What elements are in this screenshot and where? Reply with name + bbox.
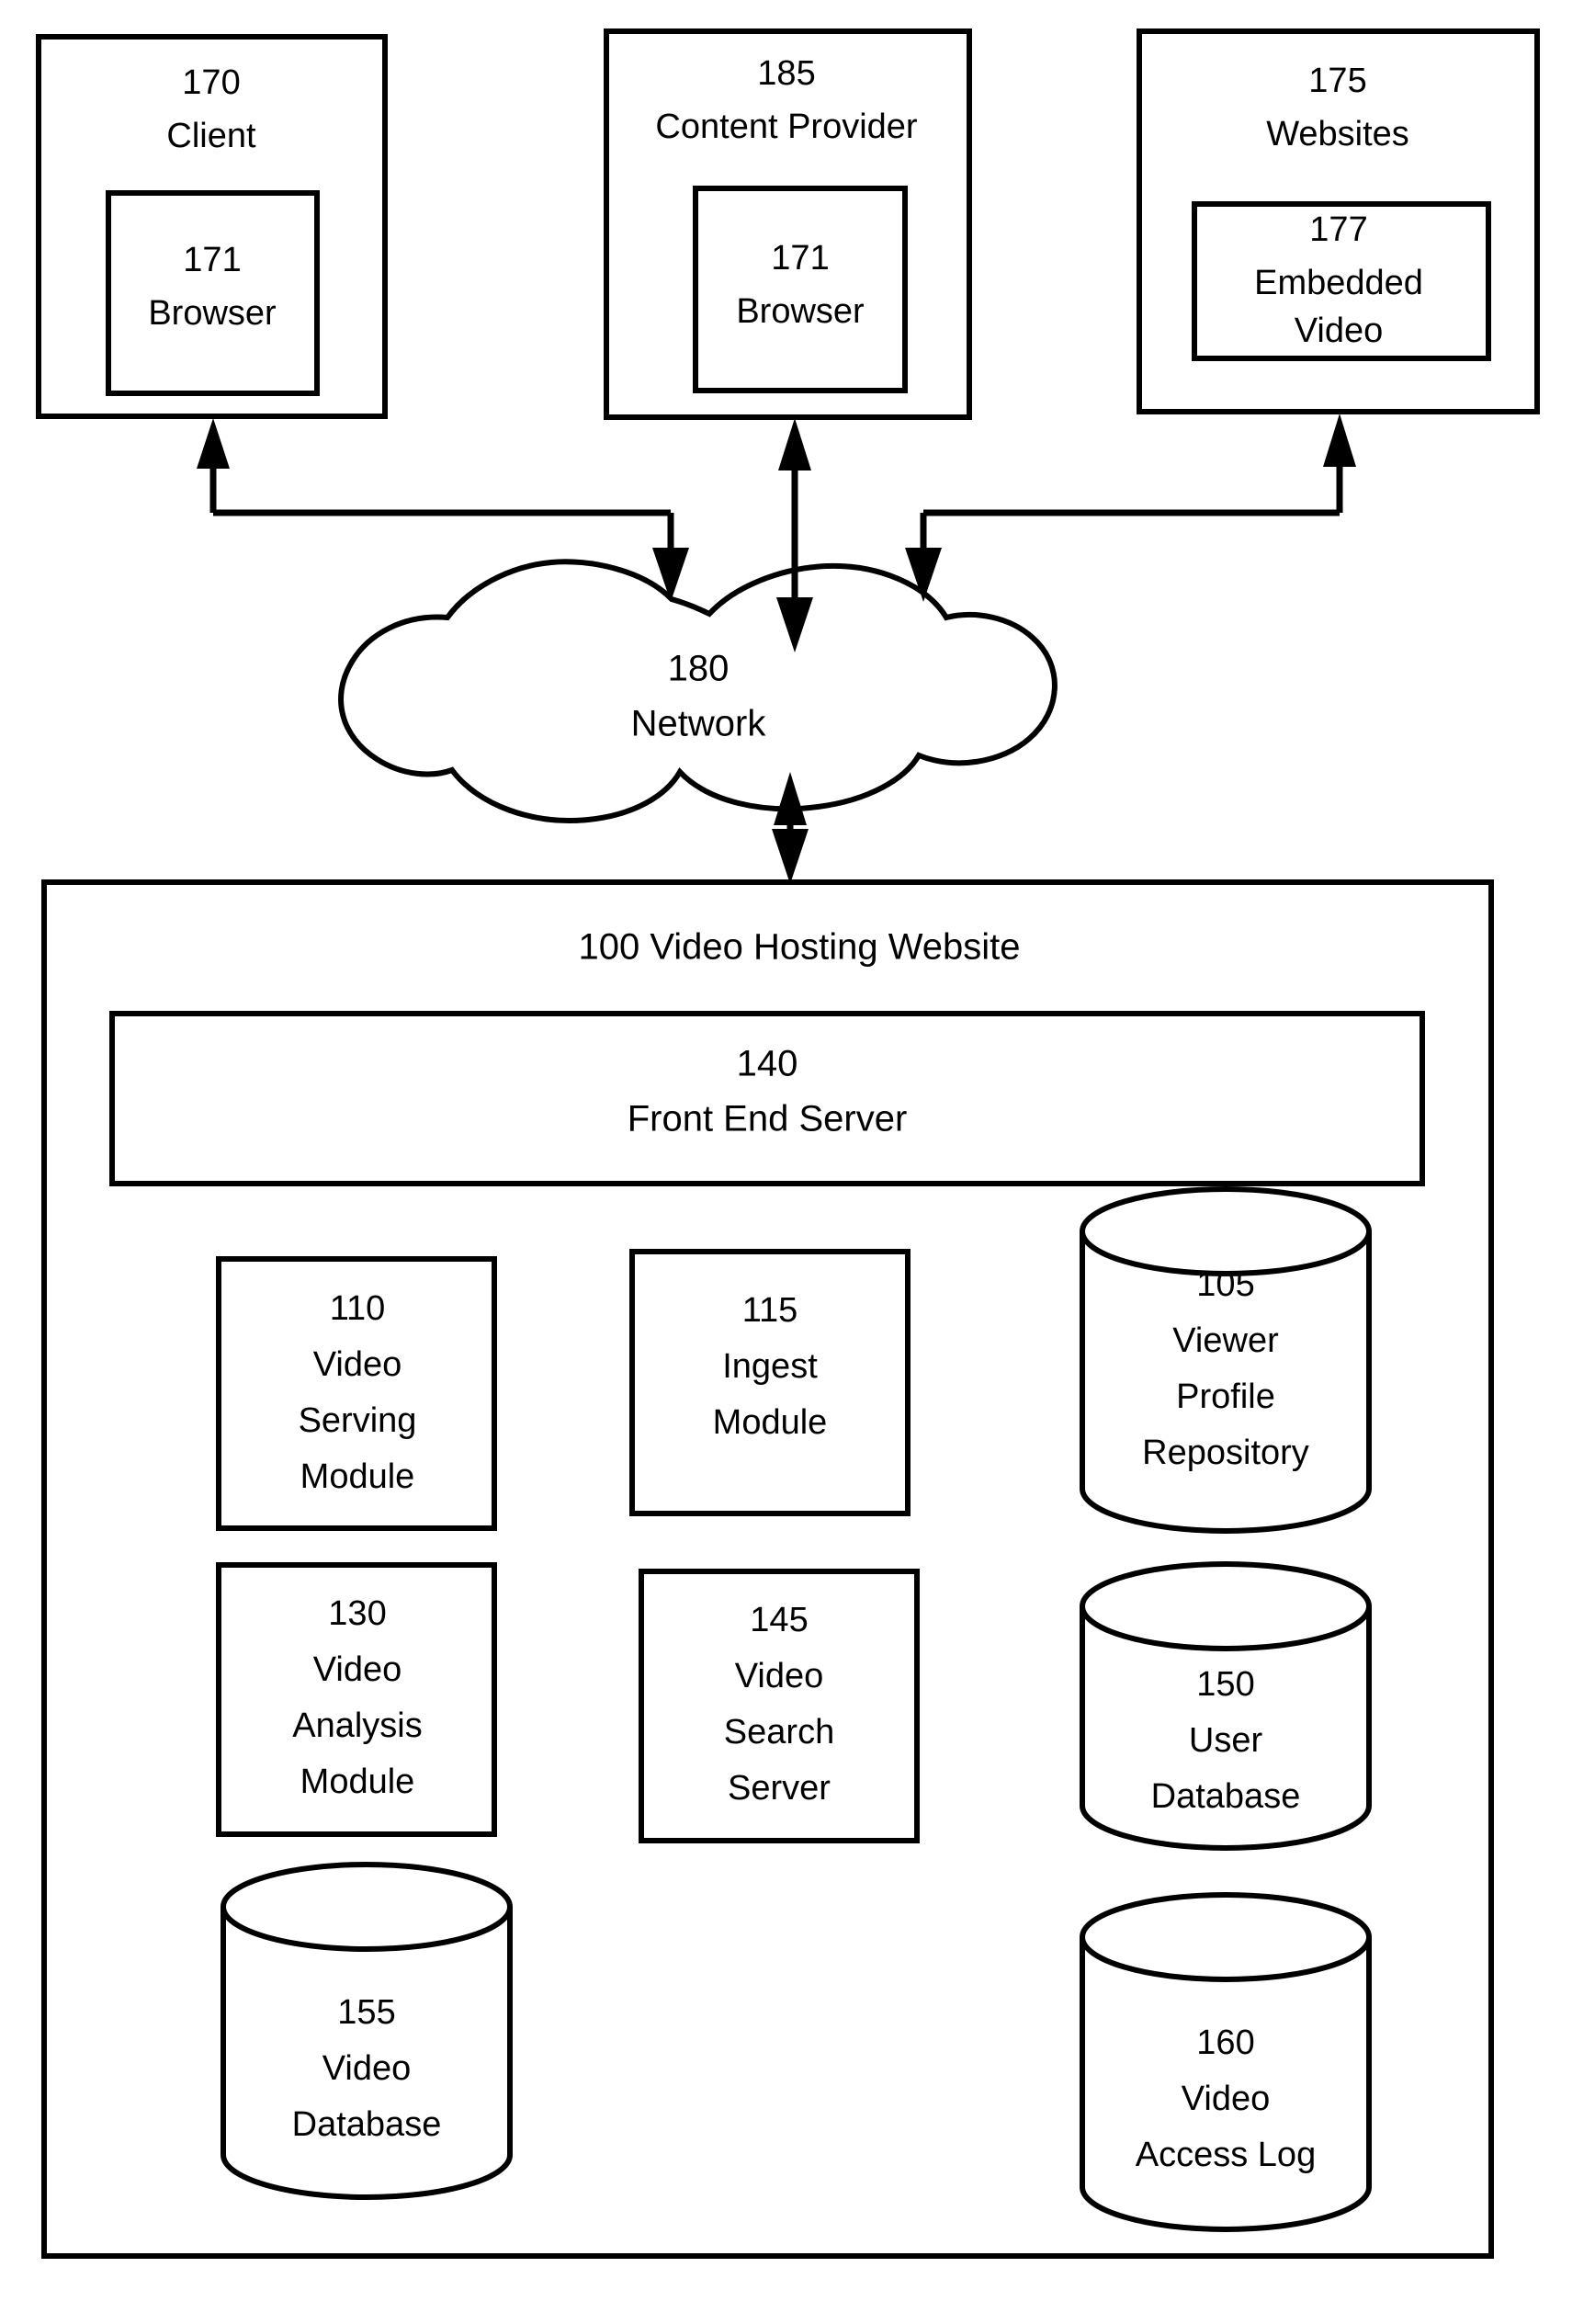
websites-label: Websites [1266, 115, 1409, 153]
viewer-profile-repository-line1: Viewer [1172, 1321, 1279, 1360]
connector-websites-network [905, 414, 1356, 602]
client-node[interactable]: 170 Client 171 Browser [36, 34, 388, 419]
video-access-log-line1: Video [1182, 2080, 1271, 2118]
arrow-up-websites-icon [1323, 414, 1356, 467]
video-hosting-website-container[interactable]: 100 Video Hosting Website 140 Front End … [41, 879, 1494, 2259]
network-cloud-node[interactable]: 180 Network [338, 559, 1058, 823]
video-analysis-module-line2: Analysis [292, 1706, 423, 1745]
video-database-line2: Database [292, 2105, 442, 2144]
arrow-down-network-mid-icon [776, 597, 813, 652]
content-provider-browser-label: Browser [736, 292, 865, 331]
video-analysis-module-line1: Video [313, 1650, 402, 1689]
viewer-profile-repository-top [1080, 1186, 1372, 1276]
video-access-log-number: 160 [1196, 2024, 1254, 2062]
network-number: 180 [668, 649, 730, 689]
connector-content-provider-network [776, 418, 813, 652]
content-provider-browser-node[interactable]: 171 Browser [693, 186, 908, 393]
viewer-profile-repository-line2: Profile [1176, 1377, 1275, 1416]
user-database-top [1080, 1561, 1372, 1651]
patent-figure: 170 Client 171 Browser 185 Content Provi… [0, 0, 1595, 2324]
video-hosting-website-title: 100 Video Hosting Website [578, 927, 1020, 968]
client-number: 170 [182, 63, 240, 102]
viewer-profile-repository-line3: Repository [1142, 1434, 1309, 1472]
arrow-down-network-left-icon [652, 548, 689, 602]
content-provider-label: Content Provider [655, 108, 917, 146]
video-serving-module-number: 110 [330, 1289, 386, 1328]
video-search-server-line2: Search [724, 1713, 834, 1752]
embedded-video-node[interactable]: 177 Embedded Video [1192, 201, 1491, 361]
video-serving-module-line3: Module [300, 1457, 415, 1496]
video-database-node[interactable]: 155 Video Database [221, 1862, 513, 2200]
content-provider-node[interactable]: 185 Content Provider 171 Browser [604, 28, 972, 420]
embedded-video-label-line1: Embedded [1254, 264, 1423, 302]
video-access-log-top [1080, 1892, 1372, 1982]
client-browser-node[interactable]: 171 Browser [106, 190, 320, 396]
network-label: Network [631, 704, 767, 744]
connector-network-hosting [772, 772, 809, 884]
arrow-down-hosting-icon [772, 829, 809, 884]
front-end-server-label: Front End Server [628, 1099, 908, 1139]
video-access-log-node[interactable]: 160 Video Access Log [1080, 1892, 1372, 2232]
video-serving-module-line1: Video [313, 1345, 402, 1384]
content-provider-browser-box [693, 186, 908, 393]
front-end-server-number: 140 [737, 1044, 798, 1084]
ingest-module-number: 115 [742, 1291, 798, 1330]
video-database-line1: Video [322, 2049, 412, 2088]
video-search-server-line1: Video [735, 1657, 824, 1695]
content-provider-number: 185 [757, 54, 815, 93]
embedded-video-label-line2: Video [1295, 312, 1384, 350]
video-search-server-line3: Server [728, 1769, 831, 1808]
video-search-server-number: 145 [750, 1601, 808, 1639]
system-diagram-canvas: 170 Client 171 Browser 185 Content Provi… [36, 28, 1540, 2259]
user-database-line1: User [1189, 1721, 1263, 1760]
video-analysis-module-node[interactable]: 130 Video Analysis Module [216, 1562, 497, 1837]
video-analysis-module-line3: Module [300, 1763, 415, 1801]
content-provider-browser-number: 171 [771, 239, 829, 278]
embedded-video-number: 177 [1309, 210, 1367, 249]
video-database-number: 155 [337, 1993, 395, 2032]
ingest-module-node[interactable]: 115 Ingest Module [629, 1249, 911, 1516]
websites-node[interactable]: 175 Websites 177 Embedded Video [1137, 28, 1540, 414]
user-database-line2: Database [1151, 1777, 1301, 1816]
user-database-number: 150 [1196, 1665, 1254, 1704]
viewer-profile-repository-number: 105 [1196, 1265, 1254, 1304]
user-database-node[interactable]: 150 User Database [1080, 1561, 1372, 1851]
video-database-top [221, 1862, 513, 1952]
video-analysis-module-number: 130 [328, 1594, 386, 1633]
front-end-server-node[interactable]: 140 Front End Server [109, 1011, 1425, 1186]
client-browser-box [106, 190, 320, 396]
client-label: Client [166, 117, 256, 155]
arrow-up-content-provider-icon [778, 418, 811, 470]
network-cloud-shape [338, 559, 1058, 823]
viewer-profile-repository-node[interactable]: 105 Viewer Profile Repository [1080, 1186, 1372, 1534]
websites-number: 175 [1308, 62, 1366, 100]
arrow-up-client-icon [197, 418, 230, 469]
arrow-up-cloud-icon [774, 772, 807, 825]
ingest-module-line1: Ingest [722, 1347, 818, 1386]
video-serving-module-node[interactable]: 110 Video Serving Module [216, 1256, 497, 1531]
client-browser-number: 171 [183, 241, 241, 279]
video-access-log-line2: Access Log [1136, 2136, 1316, 2174]
client-browser-label: Browser [148, 294, 277, 333]
connector-client-network [197, 418, 689, 602]
ingest-module-line2: Module [713, 1403, 828, 1442]
video-search-server-node[interactable]: 145 Video Search Server [639, 1569, 920, 1843]
video-serving-module-line2: Serving [299, 1401, 417, 1440]
